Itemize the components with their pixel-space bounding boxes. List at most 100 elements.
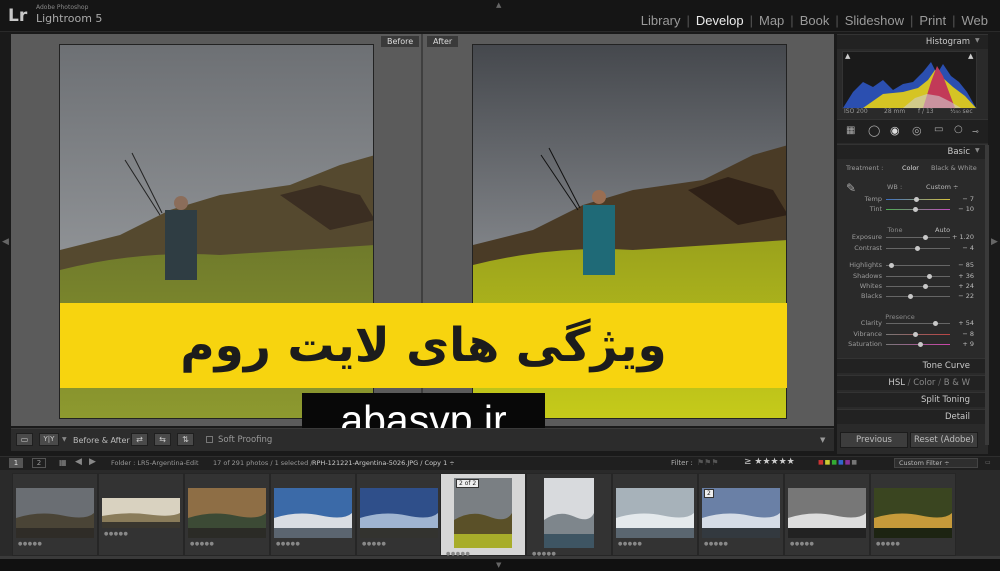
filmstrip-thumbnail[interactable] xyxy=(454,478,512,548)
thumbnail-rating-dots[interactable]: ●●●●● xyxy=(362,541,386,547)
window2-button[interactable]: 2 xyxy=(32,458,46,468)
back-arrow-icon[interactable]: ◀ xyxy=(75,457,82,467)
color-label-filter[interactable]: ■■■■■■ xyxy=(818,459,858,466)
custom-filter-dropdown[interactable]: Custom Filter ÷ xyxy=(894,458,978,468)
loupe-view-icon[interactable]: ▭ xyxy=(16,433,33,446)
soft-proofing-checkbox[interactable] xyxy=(206,436,213,443)
flag-filter-icon[interactable]: ⚑⚑⚑ xyxy=(697,458,719,467)
tone-curve-header[interactable]: Tone Curve xyxy=(837,358,988,373)
filmstrip-thumbnail[interactable] xyxy=(544,478,594,548)
module-web[interactable]: Web xyxy=(956,13,995,28)
slider-value-tint[interactable]: − 10 xyxy=(950,205,974,214)
slider-value-exposure[interactable]: + 1.20 xyxy=(950,233,974,242)
module-develop[interactable]: Develop xyxy=(690,13,750,28)
window1-button[interactable]: 1 xyxy=(9,458,23,468)
panel-collapse-bottom-icon[interactable]: ▼ xyxy=(496,561,501,569)
slider-knob-shadows[interactable] xyxy=(927,274,933,279)
slider-value-contrast[interactable]: − 4 xyxy=(950,244,974,253)
slider-track-clarity[interactable] xyxy=(886,323,950,324)
detail-header[interactable]: Detail xyxy=(837,409,988,424)
basic-header[interactable]: Basic xyxy=(837,144,988,159)
view-dropdown-icon[interactable]: ▼ xyxy=(62,436,67,443)
filmstrip-thumbnail[interactable] xyxy=(188,488,266,538)
histogram-collapse-icon[interactable]: ▼ xyxy=(975,37,980,44)
star-filter[interactable]: ≥ ★★★★★ xyxy=(744,457,795,467)
slider-value-whites[interactable]: + 24 xyxy=(950,282,974,291)
wb-value[interactable]: Custom ÷ xyxy=(926,183,958,192)
shadow-clipping-icon[interactable]: ▲ xyxy=(845,52,850,60)
highlight-clipping-icon[interactable]: ▲ xyxy=(968,52,973,60)
radial-filter-icon[interactable]: ○ xyxy=(954,124,963,135)
before-after-view-button[interactable]: Y|Y xyxy=(39,433,59,446)
forward-arrow-icon[interactable]: ▶ xyxy=(89,457,96,467)
treatment-bw[interactable]: Black & White xyxy=(931,164,977,173)
filmstrip-thumbnail[interactable] xyxy=(788,488,866,538)
filmstrip-thumbnail[interactable] xyxy=(16,488,94,538)
grid-view-icon[interactable]: ▦ xyxy=(59,458,67,467)
slider-knob-vibrance[interactable] xyxy=(912,332,918,337)
slider-track-tint[interactable] xyxy=(886,209,950,210)
slider-value-vibrance[interactable]: − 8 xyxy=(950,330,974,339)
slider-knob-tint[interactable] xyxy=(912,207,918,212)
module-book[interactable]: Book xyxy=(794,13,836,28)
color-tab[interactable]: Color xyxy=(913,378,935,388)
basic-collapse-icon[interactable]: ▼ xyxy=(975,147,980,154)
filter-lock-icon[interactable]: ▭ xyxy=(985,459,991,466)
module-slideshow[interactable]: Slideshow xyxy=(839,13,910,28)
previous-button[interactable]: Previous xyxy=(840,432,908,448)
copy-before-to-after-icon[interactable]: ⇄ xyxy=(131,433,148,446)
slider-value-shadows[interactable]: + 36 xyxy=(950,272,974,281)
filmstrip-thumbnail[interactable] xyxy=(274,488,352,538)
thumbnail-rating-dots[interactable]: ●●●●● xyxy=(704,541,728,547)
right-panel-toggle-icon[interactable]: ▶ xyxy=(991,237,998,247)
slider-track-blacks[interactable] xyxy=(886,296,950,297)
filename[interactable]: RPH-121221-Argentina-5026.JPG / Copy 1 ÷ xyxy=(312,459,455,467)
thumbnail-rating-dots[interactable]: ●●●●● xyxy=(104,531,128,537)
panel-collapse-top-icon[interactable]: ▲ xyxy=(496,1,501,9)
slider-knob-contrast[interactable] xyxy=(914,246,920,251)
treatment-color[interactable]: Color xyxy=(902,164,919,173)
copy-after-to-before-icon[interactable]: ⇆ xyxy=(154,433,171,446)
thumbnail-rating-dots[interactable]: ●●●●● xyxy=(18,541,42,547)
slider-value-highlights[interactable]: − 85 xyxy=(950,261,974,270)
slider-value-saturation[interactable]: + 9 xyxy=(950,340,974,349)
module-library[interactable]: Library xyxy=(635,13,687,28)
slider-value-blacks[interactable]: − 22 xyxy=(950,292,974,301)
slider-track-exposure[interactable] xyxy=(886,237,950,238)
spot-removal-icon[interactable]: ◉ xyxy=(890,124,900,137)
hsl-tab[interactable]: HSL xyxy=(888,378,905,388)
bw-tab[interactable]: B & W xyxy=(944,378,970,388)
histogram-graph[interactable] xyxy=(842,51,977,109)
thumbnail-rating-dots[interactable]: ●●●●● xyxy=(876,541,900,547)
slider-track-highlights[interactable] xyxy=(886,265,950,266)
right-panel-scrollbar[interactable] xyxy=(985,145,989,445)
thumbnail-rating-dots[interactable]: ●●●●● xyxy=(190,541,214,547)
slider-knob-highlights[interactable] xyxy=(888,263,894,268)
thumbnail-rating-dots[interactable]: ●●●●● xyxy=(618,541,642,547)
filmstrip-thumbnail[interactable] xyxy=(874,488,952,538)
toolbar-menu-icon[interactable]: ▼ xyxy=(820,436,825,444)
slider-knob-clarity[interactable] xyxy=(932,321,938,326)
left-panel-toggle-icon[interactable]: ◀ xyxy=(2,237,9,247)
crop-icon[interactable]: ◯ xyxy=(868,124,880,137)
thumbnail-rating-dots[interactable]: ●●●●● xyxy=(790,541,814,547)
thumbnail-rating-dots[interactable]: ●●●●● xyxy=(276,541,300,547)
grid-icon[interactable]: ▦ xyxy=(846,125,855,136)
module-map[interactable]: Map xyxy=(753,13,790,28)
folder-info[interactable]: Folder : LR5-Argentina-Edit xyxy=(111,459,199,467)
slider-track-vibrance[interactable] xyxy=(886,334,950,335)
slider-value-temp[interactable]: − 7 xyxy=(950,195,974,204)
histogram-header[interactable]: Histogram xyxy=(837,34,988,49)
graduated-filter-icon[interactable]: ▭ xyxy=(934,124,943,135)
red-eye-icon[interactable]: ◎ xyxy=(912,124,922,137)
swap-before-after-icon[interactable]: ⇅ xyxy=(177,433,194,446)
filmstrip-thumbnail[interactable] xyxy=(616,488,694,538)
slider-value-clarity[interactable]: + 54 xyxy=(950,319,974,328)
split-toning-header[interactable]: Split Toning xyxy=(837,392,988,407)
slider-track-shadows[interactable] xyxy=(886,276,950,277)
module-print[interactable]: Print xyxy=(913,13,952,28)
filmstrip-thumbnail[interactable] xyxy=(360,488,438,538)
filmstrip-thumbnail[interactable] xyxy=(102,498,180,528)
slider-track-whites[interactable] xyxy=(886,286,950,287)
hsl-header[interactable]: HSL / Color / B & W xyxy=(837,375,988,390)
